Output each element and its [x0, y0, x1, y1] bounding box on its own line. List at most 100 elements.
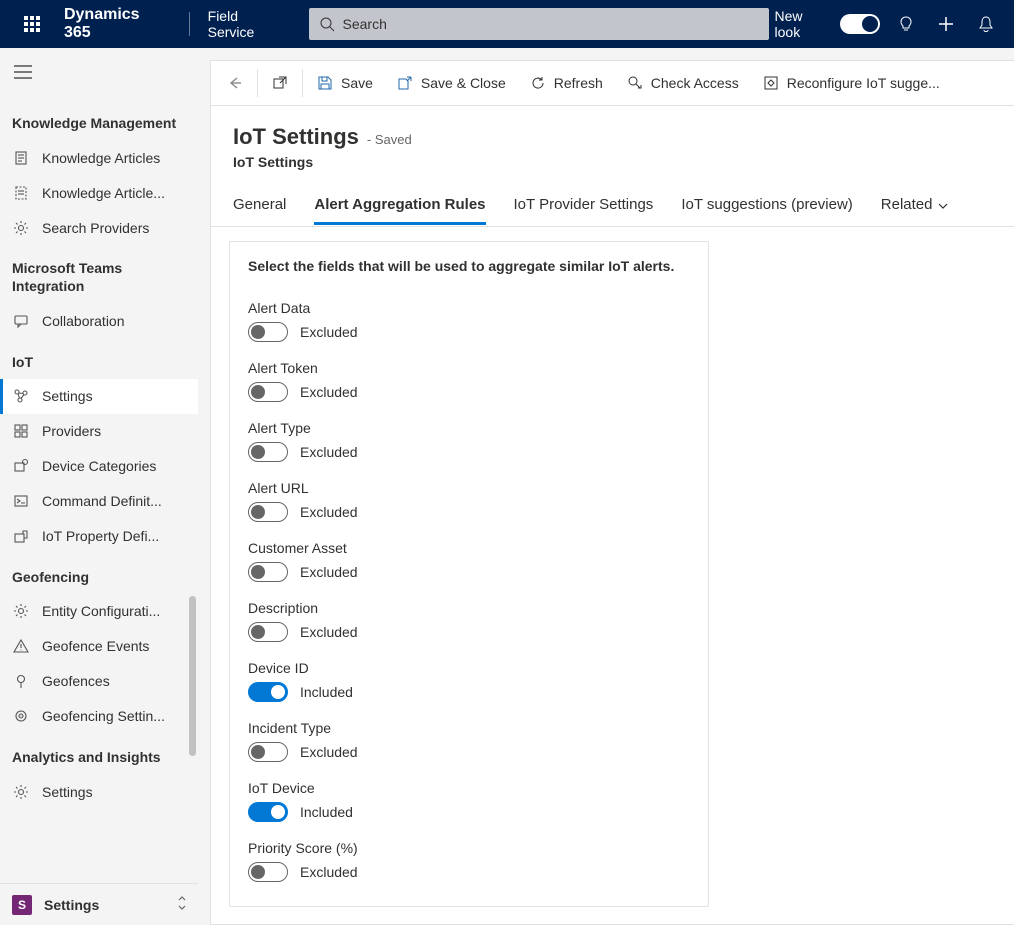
- lightbulb-button[interactable]: [886, 0, 926, 48]
- separator: [257, 69, 258, 97]
- tab-provider-settings[interactable]: IoT Provider Settings: [514, 190, 654, 225]
- sidebar-item-knowledge-articles[interactable]: Knowledge Articles: [0, 140, 198, 175]
- sidebar-item-iot-property-definitions[interactable]: IoT Property Defi...: [0, 519, 198, 554]
- lightbulb-icon: [897, 15, 915, 33]
- tab-alert-agg[interactable]: Alert Aggregation Rules: [314, 190, 485, 225]
- sidebar-item-label: Geofence Events: [42, 638, 149, 654]
- sidebar-item-geofences[interactable]: Geofences: [0, 664, 198, 699]
- sidebar-item-command-definitions[interactable]: Command Definit...: [0, 484, 198, 519]
- toggle-field: Alert URL Excluded: [248, 480, 690, 522]
- warn-icon: [12, 637, 30, 655]
- nav-group-title: Knowledge Management: [0, 100, 198, 140]
- sidebar-toggle-button[interactable]: [0, 48, 198, 96]
- toggle-field: Alert Type Excluded: [248, 420, 690, 462]
- sidebar-item-device-categories[interactable]: Device Categories: [0, 449, 198, 484]
- field-toggle[interactable]: [248, 502, 288, 522]
- sidebar-item-knowledge-article-templates[interactable]: Knowledge Article...: [0, 175, 198, 210]
- sidebar-item-label: Search Providers: [42, 220, 149, 236]
- field-toggle[interactable]: [248, 562, 288, 582]
- reconfigure-button[interactable]: Reconfigure IoT sugge...: [751, 60, 952, 106]
- sidebar-item-search-providers[interactable]: Search Providers: [0, 210, 198, 245]
- page-saved-state: - Saved: [367, 132, 412, 147]
- field-toggle[interactable]: [248, 622, 288, 642]
- tab-general[interactable]: General: [233, 190, 286, 225]
- toggle-state-label: Excluded: [300, 864, 358, 880]
- sidebar-item-entity-config[interactable]: Entity Configurati...: [0, 594, 198, 629]
- toggle-field: Alert Token Excluded: [248, 360, 690, 402]
- grid-icon: [12, 422, 30, 440]
- field-toggle[interactable]: [248, 862, 288, 882]
- field-label: Description: [248, 600, 690, 616]
- field-toggle[interactable]: [248, 322, 288, 342]
- field-label: Alert Data: [248, 300, 690, 316]
- device-icon: [12, 457, 30, 475]
- field-toggle[interactable]: [248, 802, 288, 822]
- brand-label[interactable]: Dynamics 365: [56, 6, 179, 42]
- search-input[interactable]: Search: [309, 8, 769, 40]
- search-placeholder: Search: [343, 16, 387, 32]
- toggle-state-label: Excluded: [300, 504, 358, 520]
- tab-suggestions[interactable]: IoT suggestions (preview): [681, 190, 852, 225]
- sidebar-item-collaboration[interactable]: Collaboration: [0, 304, 198, 339]
- toggle-field: Priority Score (%) Excluded: [248, 840, 690, 882]
- save-close-button[interactable]: Save & Close: [385, 60, 518, 106]
- aggregation-card: Select the fields that will be used to a…: [229, 241, 709, 907]
- sidebar-item-label: Entity Configurati...: [42, 603, 160, 619]
- area-switcher[interactable]: S Settings: [0, 883, 198, 925]
- popout-icon: [272, 75, 288, 91]
- area-badge: S: [12, 895, 32, 915]
- toggle-field: Incident Type Excluded: [248, 720, 690, 762]
- cmd-icon: [12, 492, 30, 510]
- sidebar-item-label: Geofencing Settin...: [42, 708, 165, 724]
- save-button[interactable]: Save: [305, 60, 385, 106]
- refresh-icon: [530, 75, 546, 91]
- doc-dash-icon: [12, 184, 30, 202]
- popout-button[interactable]: [260, 60, 300, 106]
- target-icon: [12, 707, 30, 725]
- save-close-icon: [397, 75, 413, 91]
- field-toggle[interactable]: [248, 742, 288, 762]
- sidebar-item-providers[interactable]: Providers: [0, 414, 198, 449]
- sidebar-item-geofencing-settings[interactable]: Geofencing Settin...: [0, 699, 198, 734]
- sidebar-item-label: Providers: [42, 423, 101, 439]
- sidebar-item-iot-settings[interactable]: Settings: [0, 379, 198, 414]
- back-button[interactable]: [215, 60, 255, 106]
- new-look-label: New look: [775, 8, 833, 40]
- sidebar-item-label: Settings: [42, 388, 93, 404]
- sidebar-item-label: Settings: [42, 784, 93, 800]
- field-label: Alert Type: [248, 420, 690, 436]
- check-access-button[interactable]: Check Access: [615, 60, 751, 106]
- field-toggle[interactable]: [248, 382, 288, 402]
- app-name-label[interactable]: Field Service: [200, 8, 297, 40]
- sidebar-item-analytics-settings[interactable]: Settings: [0, 774, 198, 809]
- nav-group-title: Microsoft Teams Integration: [0, 245, 198, 303]
- save-close-label: Save & Close: [421, 75, 506, 91]
- field-label: Incident Type: [248, 720, 690, 736]
- tab-related[interactable]: Related: [881, 190, 949, 225]
- page-body: Select the fields that will be used to a…: [210, 227, 1014, 925]
- field-label: Customer Asset: [248, 540, 690, 556]
- chat-icon: [12, 312, 30, 330]
- new-look-switch[interactable]: [840, 14, 880, 34]
- hamburger-icon: [14, 65, 32, 79]
- help-text: Select the fields that will be used to a…: [248, 258, 690, 274]
- field-label: Priority Score (%): [248, 840, 690, 856]
- toggle-field: Device ID Included: [248, 660, 690, 702]
- app-launcher-button[interactable]: [8, 0, 56, 48]
- back-arrow-icon: [227, 75, 243, 91]
- notifications-button[interactable]: [966, 0, 1006, 48]
- top-bar: Dynamics 365 Field Service Search New lo…: [0, 0, 1014, 48]
- sidebar-item-geofence-events[interactable]: Geofence Events: [0, 629, 198, 664]
- field-toggle[interactable]: [248, 682, 288, 702]
- sidebar-item-label: Knowledge Article...: [42, 185, 165, 201]
- sidebar-scrollbar[interactable]: [189, 596, 196, 756]
- new-look-toggle[interactable]: New look: [775, 8, 881, 40]
- chevron-down-icon: [938, 200, 948, 212]
- refresh-button[interactable]: Refresh: [518, 60, 615, 106]
- add-button[interactable]: [926, 0, 966, 48]
- form-name: IoT Settings: [233, 154, 992, 170]
- main-area: Save Save & Close Refresh Check Access: [198, 48, 1014, 925]
- field-toggle[interactable]: [248, 442, 288, 462]
- toggle-state-label: Excluded: [300, 444, 358, 460]
- area-label: Settings: [44, 897, 164, 913]
